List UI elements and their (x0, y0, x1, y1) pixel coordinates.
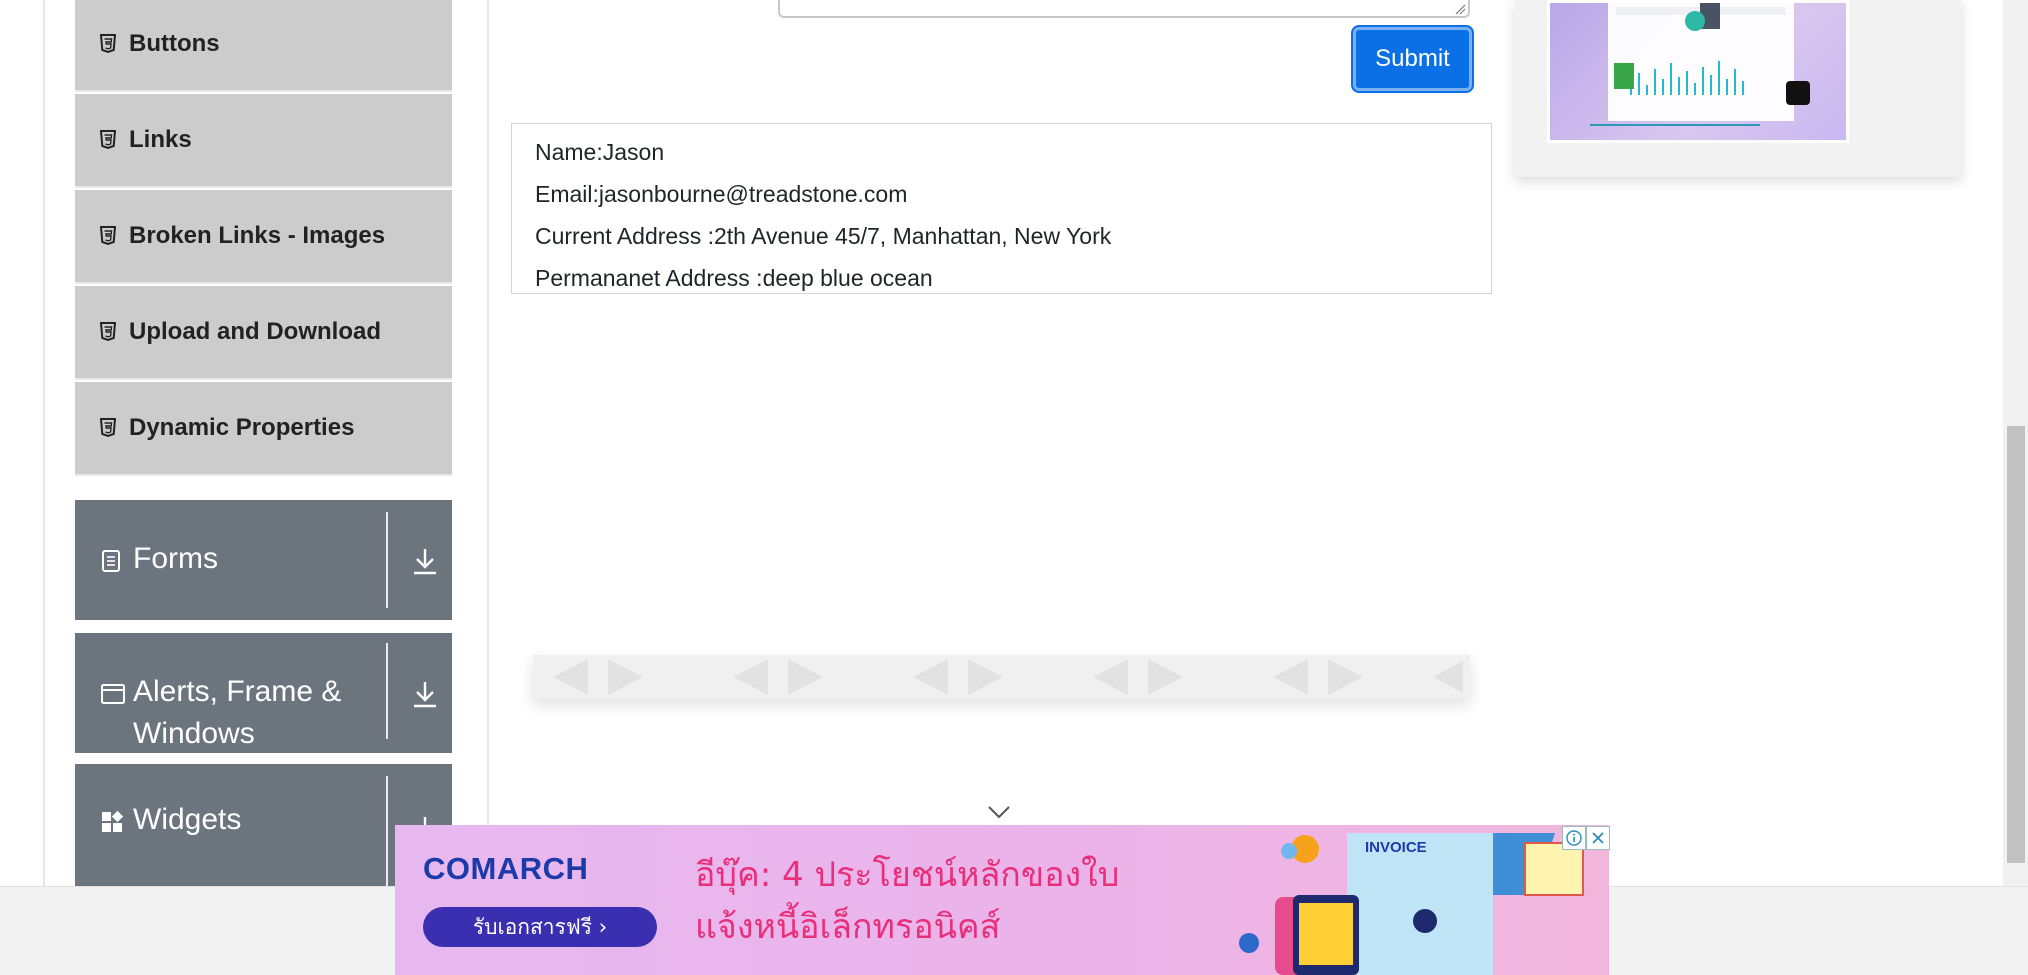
sidebar-group-forms[interactable]: Forms (75, 500, 452, 620)
sidebar-item-label: Upload and Download (129, 318, 381, 345)
scrollbar-thumb[interactable] (2007, 426, 2025, 863)
sidebar-item-upload-download[interactable]: Upload and Download (75, 286, 452, 380)
ad-dashboard-image (1547, 0, 1849, 143)
chevron-down-icon[interactable] (987, 805, 1011, 819)
output-email: Email:jasonbourne@treadstone.com (535, 181, 908, 207)
group-label: Forms (133, 542, 218, 575)
ad-invoice-tag: INVOICE (1365, 839, 1427, 856)
group-divider (386, 776, 388, 886)
submit-button[interactable]: Submit (1353, 27, 1472, 91)
sidebar-item-buttons[interactable]: Buttons (75, 0, 452, 92)
output-permanent-address: Permananet Address :deep blue ocean (535, 265, 933, 291)
bottom-banner-ad[interactable]: COMARCH รับเอกสารฟรี › อีบุ๊ค: 4 ประโยชน… (395, 825, 1609, 975)
ad-brand: COMARCH (423, 851, 589, 886)
form-icon (101, 550, 123, 572)
html5-icon (99, 417, 117, 439)
vertical-scrollbar[interactable] (2003, 0, 2028, 886)
output-current-address: Current Address :2th Avenue 45/7, Manhat… (535, 223, 1112, 249)
widgets-icon (101, 810, 124, 833)
sidebar-group-alerts-frame-windows[interactable]: Alerts, Frame & Windows (75, 633, 452, 753)
sidebar-item-dynamic-properties[interactable]: Dynamic Properties (75, 382, 452, 476)
left-page-border (43, 0, 45, 886)
ad-headline: แจ้งหนี้อิเล็กทรอนิคส์ (695, 907, 1001, 947)
resize-grip-icon[interactable] (1454, 2, 1466, 15)
html5-icon (99, 33, 117, 55)
ad-info-icon[interactable] (1562, 826, 1586, 850)
sidebar-item-links[interactable]: Links (75, 94, 452, 188)
right-ad-banner[interactable] (1515, 0, 1961, 177)
group-label: Windows (133, 717, 255, 750)
html5-icon (99, 129, 117, 151)
output-box: Name:Jason Email:jasonbourne@treadstone.… (511, 123, 1492, 294)
sidebar-item-label: Links (129, 126, 192, 153)
sidebar-item-label: Dynamic Properties (129, 414, 355, 441)
sidebar-item-broken-links[interactable]: Broken Links - Images (75, 190, 452, 284)
permanent-address-textarea[interactable] (778, 0, 1470, 18)
sidebar-item-label: Buttons (129, 30, 220, 57)
content-divider (487, 0, 489, 886)
group-label: Widgets (133, 803, 242, 836)
html5-icon (99, 321, 117, 343)
group-divider (386, 512, 388, 608)
output-name: Name:Jason (535, 139, 665, 165)
group-label: Alerts, Frame & (133, 675, 342, 708)
html5-icon (99, 225, 117, 247)
ad-cta-button[interactable]: รับเอกสารฟรี › (423, 907, 657, 947)
ad-headline: อีบุ๊ค: 4 ประโยชน์หลักของใบ (695, 855, 1120, 895)
download-arrow-icon[interactable] (411, 546, 439, 576)
window-icon (101, 683, 125, 705)
group-divider (386, 643, 388, 739)
ad-close-icon[interactable] (1586, 826, 1610, 850)
sidebar-item-label: Broken Links - Images (129, 222, 386, 249)
download-arrow-icon[interactable] (411, 679, 439, 709)
ad-placeholder-strip (533, 655, 1470, 699)
